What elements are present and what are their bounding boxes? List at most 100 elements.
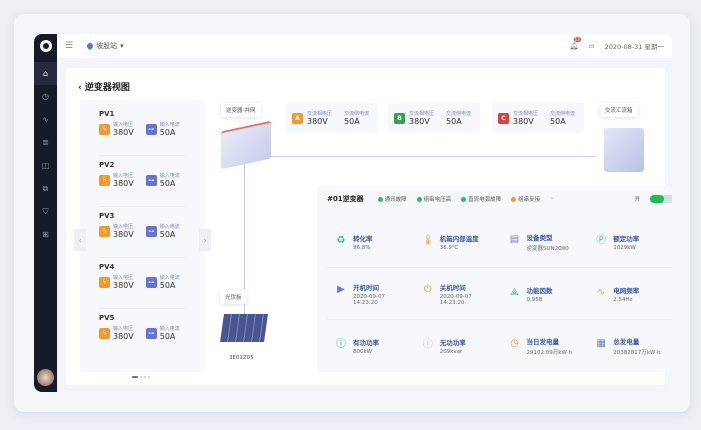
current-icon: ⊶ bbox=[145, 123, 157, 135]
metric-item: ▤ 设备类型 逆变器SUN2000 bbox=[501, 232, 588, 252]
current-value: 50A bbox=[159, 332, 176, 341]
voltage-label: 输入电压 bbox=[113, 224, 134, 230]
voltage-label: 交流相电压 bbox=[307, 111, 333, 117]
divider bbox=[99, 308, 185, 309]
panel-icon[interactable]: ◫ bbox=[34, 154, 57, 177]
phase-card-a: A 交流相电压 380V 交流侧电流 50A bbox=[286, 103, 378, 133]
inverter-detail-panel: #01逆变器 通讯故障 组串电压高 直流电弧故障 组串反接 » 开 ♻ 转化率 96.8% 🌡 机… bbox=[317, 186, 672, 372]
current-label: 交流侧电流 bbox=[344, 111, 370, 117]
inverter-name: #01逆变器 bbox=[327, 195, 364, 203]
metric-value: 2020-09-07 14:23:20 bbox=[353, 293, 385, 306]
status-item: 组串反接 bbox=[511, 195, 540, 203]
status-label: 通讯故障 bbox=[384, 197, 407, 203]
current-value: 50A bbox=[550, 117, 566, 126]
pv-item: PV4 ϟ 输入电压 380V ⊶ 输入电流 50A bbox=[99, 263, 199, 290]
voltage-value: 380V bbox=[307, 117, 328, 126]
divider bbox=[99, 257, 185, 258]
factor-icon: ⟁ bbox=[510, 286, 519, 298]
metric-item: ⟁ 功能因数 0.958 bbox=[501, 285, 588, 303]
metric-item: ◷ 当日发电量 29102.09万kW·h bbox=[501, 336, 588, 356]
caret-down-icon: ▾ bbox=[120, 42, 124, 50]
metric-item: ⏻ 关机时间 2020-09-07 14:23:20 bbox=[414, 282, 501, 306]
thermometer-icon: 🌡 bbox=[421, 234, 435, 246]
pv-name: PV2 bbox=[99, 161, 115, 169]
metric-value: 800kW bbox=[353, 349, 373, 355]
metric-value: 96.8% bbox=[353, 244, 371, 251]
list-icon[interactable]: ≣ bbox=[34, 131, 57, 154]
power-toggle[interactable] bbox=[650, 195, 672, 203]
phase-letter: C bbox=[498, 112, 509, 124]
metric-item: ∿ 电网频率 2.54Hz bbox=[587, 285, 672, 303]
current-label: 输入电流 bbox=[159, 173, 180, 179]
pv-item: PV3 ϟ 输入电压 380V ⊶ 输入电流 50A bbox=[99, 212, 199, 239]
metric-label: 电网频率 bbox=[613, 286, 640, 295]
screen-icon[interactable]: ▭ bbox=[589, 42, 595, 50]
voltage-label: 交流相电压 bbox=[409, 111, 435, 117]
shield-icon[interactable]: ⛉ bbox=[34, 200, 57, 223]
sidebar: ⌂ ◷ ∿ ≣ ◫ ⧉ ⛉ ⊞ bbox=[34, 34, 57, 392]
current-icon: ⊶ bbox=[145, 174, 157, 186]
bell-icon[interactable]: 🔔︎ 13 bbox=[570, 37, 581, 50]
metrics-row: ♻ 转化率 96.8% 🌡 机箱内部温度 36.9℃ ▤ 设备类型 逆变器SUN2000 Ⓟ 额定功… bbox=[327, 216, 672, 268]
inverter-illustration bbox=[221, 120, 271, 170]
metric-label: 额定功率 bbox=[613, 234, 640, 243]
junction-label: 交流汇流箱 bbox=[600, 103, 638, 117]
clock-icon[interactable]: ◷ bbox=[34, 85, 57, 108]
metric-value: 36.9℃ bbox=[439, 244, 459, 251]
metric-label: 总发电量 bbox=[613, 338, 640, 346]
current-value: 50A bbox=[159, 281, 176, 290]
voltage-value: 380V bbox=[113, 179, 134, 188]
metric-value: 209kvar bbox=[439, 349, 463, 355]
station-selector[interactable]: 坡股站 ▾ bbox=[85, 41, 124, 51]
current-icon: ⊶ bbox=[145, 225, 157, 237]
current-icon: ⊶ bbox=[145, 327, 157, 339]
current-label: 输入电流 bbox=[159, 122, 180, 128]
pv-name: PV5 bbox=[99, 314, 115, 322]
next-arrow[interactable]: › bbox=[199, 229, 211, 251]
grid-icon[interactable]: ⊞ bbox=[34, 223, 57, 246]
devices-icon[interactable]: ⧉ bbox=[34, 177, 57, 200]
voltage-label: 输入电压 bbox=[113, 326, 134, 332]
prev-arrow[interactable]: ‹ bbox=[74, 229, 86, 251]
current-value: 50A bbox=[344, 117, 360, 126]
more-button[interactable]: » bbox=[550, 196, 553, 202]
current-value: 50A bbox=[159, 230, 176, 239]
home-icon[interactable]: ⌂ bbox=[34, 62, 57, 85]
current-label: 输入电流 bbox=[159, 326, 180, 332]
avatar[interactable] bbox=[37, 369, 54, 386]
location-icon bbox=[85, 41, 95, 51]
divider bbox=[99, 206, 185, 207]
status-label: 组串电压高 bbox=[423, 197, 452, 203]
metric-label: 机箱内部温度 bbox=[439, 234, 479, 243]
connector-line bbox=[266, 156, 596, 157]
pv-name: PV4 bbox=[99, 263, 115, 271]
pagination-dots[interactable] bbox=[132, 376, 150, 378]
pv-list: PV1 ϟ 输入电压 380V ⊶ 输入电流 50A PV2 ϟ 输入电压 380V ⊶ 输入… bbox=[80, 100, 206, 372]
metric-label: 当日发电量 bbox=[526, 338, 560, 346]
metric-item: 🌡 机箱内部温度 36.9℃ bbox=[414, 233, 501, 251]
metric-value: 逆变器SUN2000 bbox=[526, 245, 569, 252]
header: ☰ 坡股站 ▾ 🔔︎ 13 ▭ 2020-08-31 星期一 bbox=[57, 34, 672, 58]
rated-power-icon: Ⓟ bbox=[596, 234, 607, 246]
voltage-value: 380V bbox=[113, 332, 134, 341]
metric-value: 0.958 bbox=[526, 296, 543, 303]
notification-badge: 13 bbox=[573, 37, 581, 42]
metric-item: ⓘ 无功功率 209kvar bbox=[414, 337, 501, 355]
trend-icon[interactable]: ∿ bbox=[34, 108, 57, 131]
pv-name: PV1 bbox=[99, 110, 115, 118]
voltage-label: 输入电压 bbox=[113, 173, 134, 179]
metric-item: ♻ 转化率 96.8% bbox=[327, 233, 414, 251]
back-icon[interactable]: ‹ bbox=[78, 83, 85, 93]
device-type-icon: ▤ bbox=[509, 233, 520, 245]
page-title-text: 逆变器视图 bbox=[84, 83, 130, 93]
metric-value: 29102.09万kW·h bbox=[526, 350, 573, 356]
status-label: 直流电弧故障 bbox=[468, 197, 502, 203]
current-value: 50A bbox=[159, 128, 176, 137]
menu-icon[interactable]: ☰ bbox=[65, 41, 73, 51]
play-icon: ▶ bbox=[337, 283, 345, 295]
status-item: 组串电压高 bbox=[416, 195, 452, 203]
metric-label: 转化率 bbox=[353, 234, 373, 243]
pv-name: PV3 bbox=[99, 212, 115, 220]
voltage-value: 380V bbox=[113, 230, 134, 239]
solar-panel-icon: ▦ bbox=[596, 338, 606, 349]
